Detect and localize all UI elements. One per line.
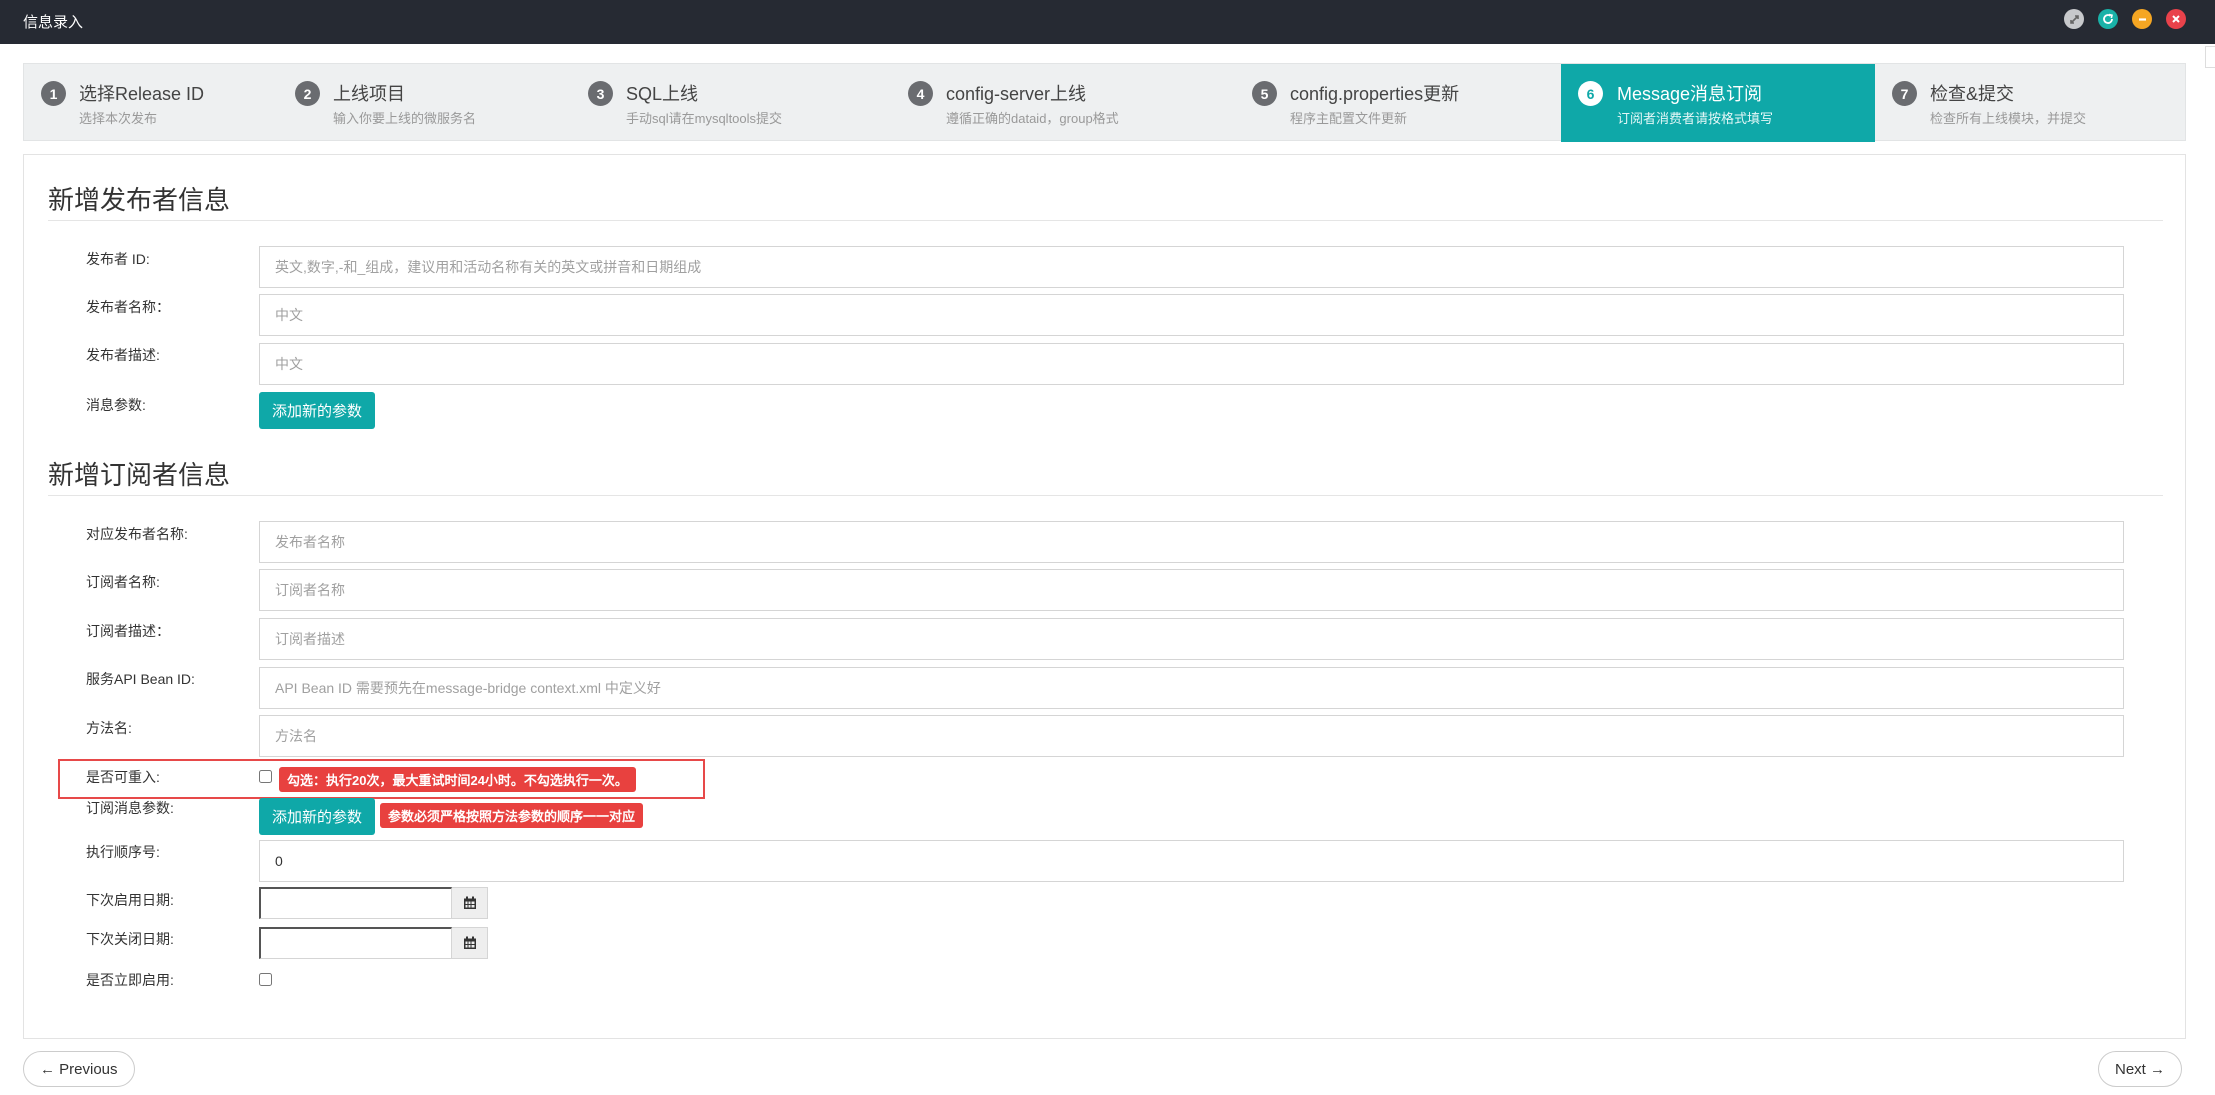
publisher-desc-label: 发布者描述: xyxy=(86,347,160,363)
step-3[interactable]: 3 SQL上线 手动sql请在mysqltools提交 xyxy=(588,64,903,142)
publisher-params-label: 消息参数: xyxy=(86,397,146,413)
minimize-icon[interactable] xyxy=(2132,9,2152,29)
calendar-icon[interactable] xyxy=(452,927,488,959)
form-panel: 新增发布者信息 发布者 ID: 发布者名称： 发布者描述: 消息参数: 添加新的… xyxy=(23,154,2186,1039)
step-title: config-server上线 xyxy=(946,84,1087,104)
wizard-steps: 1 选择Release ID 选择本次发布 2 上线项目 输入你要上线的微服务名… xyxy=(23,63,2186,142)
api-bean-id-label: 服务API Bean ID: xyxy=(86,671,195,687)
api-bean-id-input[interactable] xyxy=(259,667,2124,709)
publisher-name-input[interactable] xyxy=(259,294,2124,336)
step-5[interactable]: 5 config.properties更新 程序主配置文件更新 xyxy=(1252,64,1562,142)
calendar-icon[interactable] xyxy=(452,887,488,919)
step-subtitle: 手动sql请在mysqltools提交 xyxy=(626,111,783,126)
step-title: 选择Release ID xyxy=(79,84,205,104)
publisher-desc-input[interactable] xyxy=(259,343,2124,385)
step-number: 4 xyxy=(908,81,933,106)
step-7[interactable]: 7 检查&提交 检查所有上线模块，并提交 xyxy=(1892,64,2182,142)
step-number: 7 xyxy=(1892,81,1917,106)
step-1[interactable]: 1 选择Release ID 选择本次发布 xyxy=(41,64,291,142)
step-title: 上线项目 xyxy=(333,84,405,104)
step-subtitle: 选择本次发布 xyxy=(79,111,158,126)
next-button[interactable]: Next → xyxy=(2098,1051,2183,1087)
step-number: 1 xyxy=(41,81,66,106)
step-subtitle: 检查所有上线模块，并提交 xyxy=(1930,111,2087,126)
method-name-input[interactable] xyxy=(259,715,2124,757)
params-tip-badge: 参数必须严格按照方法参数的顺序一一对应 xyxy=(380,803,644,828)
step-number: 3 xyxy=(588,81,613,106)
subscriber-desc-label: 订阅者描述： xyxy=(86,623,170,639)
subscriber-pub-name-input[interactable] xyxy=(259,521,2124,563)
publisher-name-label: 发布者名称： xyxy=(86,299,170,315)
publisher-id-input[interactable] xyxy=(259,246,2124,288)
next-close-date-picker xyxy=(259,927,488,959)
next-start-date-label: 下次启用日期: xyxy=(86,892,174,908)
next-close-date-label: 下次关闭日期: xyxy=(86,931,174,947)
step-number: 2 xyxy=(295,81,320,106)
add-publisher-param-button[interactable]: 添加新的参数 xyxy=(259,392,376,429)
enable-now-label: 是否立即启用: xyxy=(86,972,174,988)
next-start-date-picker xyxy=(259,887,488,919)
step-subtitle: 订阅者消费者请按格式填写 xyxy=(1617,111,1774,126)
next-close-date-input[interactable] xyxy=(259,927,452,959)
window-titlebar: 信息录入 xyxy=(0,0,2215,44)
add-subscriber-param-button[interactable]: 添加新的参数 xyxy=(259,798,376,835)
step-number: 5 xyxy=(1252,81,1277,106)
publisher-section-heading: 新增发布者信息 xyxy=(48,185,231,215)
step-subtitle: 遵循正确的dataid，group格式 xyxy=(946,111,1119,126)
refresh-icon[interactable] xyxy=(2098,9,2118,29)
next-start-date-input[interactable] xyxy=(259,887,452,919)
subscriber-section-heading: 新增订阅者信息 xyxy=(48,460,231,490)
section-divider xyxy=(48,220,2163,221)
step-subtitle: 输入你要上线的微服务名 xyxy=(333,111,477,126)
expand-icon[interactable] xyxy=(2064,9,2084,29)
reentrant-tip-badge: 勾选：执行20次，最大重试时间24小时。不勾选执行一次。 xyxy=(279,767,636,792)
step-number: 6 xyxy=(1578,81,1603,106)
enable-now-checkbox[interactable] xyxy=(259,973,272,986)
method-name-label: 方法名: xyxy=(86,720,132,736)
exec-order-label: 执行顺序号: xyxy=(86,844,160,860)
side-panel-toggle[interactable] xyxy=(2205,46,2215,68)
subscriber-desc-input[interactable] xyxy=(259,618,2124,660)
step-2[interactable]: 2 上线项目 输入你要上线的微服务名 xyxy=(295,64,585,142)
subscriber-name-label: 订阅者名称: xyxy=(86,574,160,590)
reentrant-label: 是否可重入: xyxy=(86,769,160,785)
exec-order-input[interactable] xyxy=(259,840,2124,882)
subscriber-name-input[interactable] xyxy=(259,569,2124,611)
step-title: config.properties更新 xyxy=(1290,84,1460,104)
step-title: SQL上线 xyxy=(626,84,699,104)
step-4[interactable]: 4 config-server上线 遵循正确的dataid，group格式 xyxy=(908,64,1248,142)
window-title: 信息录入 xyxy=(23,14,84,31)
reentrant-checkbox[interactable] xyxy=(259,770,272,783)
step-title: 检查&提交 xyxy=(1930,84,2015,104)
step-subtitle: 程序主配置文件更新 xyxy=(1290,111,1408,126)
previous-button[interactable]: ← Previous xyxy=(23,1051,135,1087)
subscriber-pub-name-label: 对应发布者名称: xyxy=(86,526,188,542)
step-6-active[interactable]: 6 Message消息订阅 订阅者消费者请按格式填写 xyxy=(1561,64,1875,142)
step-title: Message消息订阅 xyxy=(1617,84,1763,104)
subscriber-params-label: 订阅消息参数: xyxy=(86,800,174,816)
close-icon[interactable] xyxy=(2166,9,2186,29)
publisher-id-label: 发布者 ID: xyxy=(86,251,150,267)
section-divider xyxy=(48,495,2163,496)
